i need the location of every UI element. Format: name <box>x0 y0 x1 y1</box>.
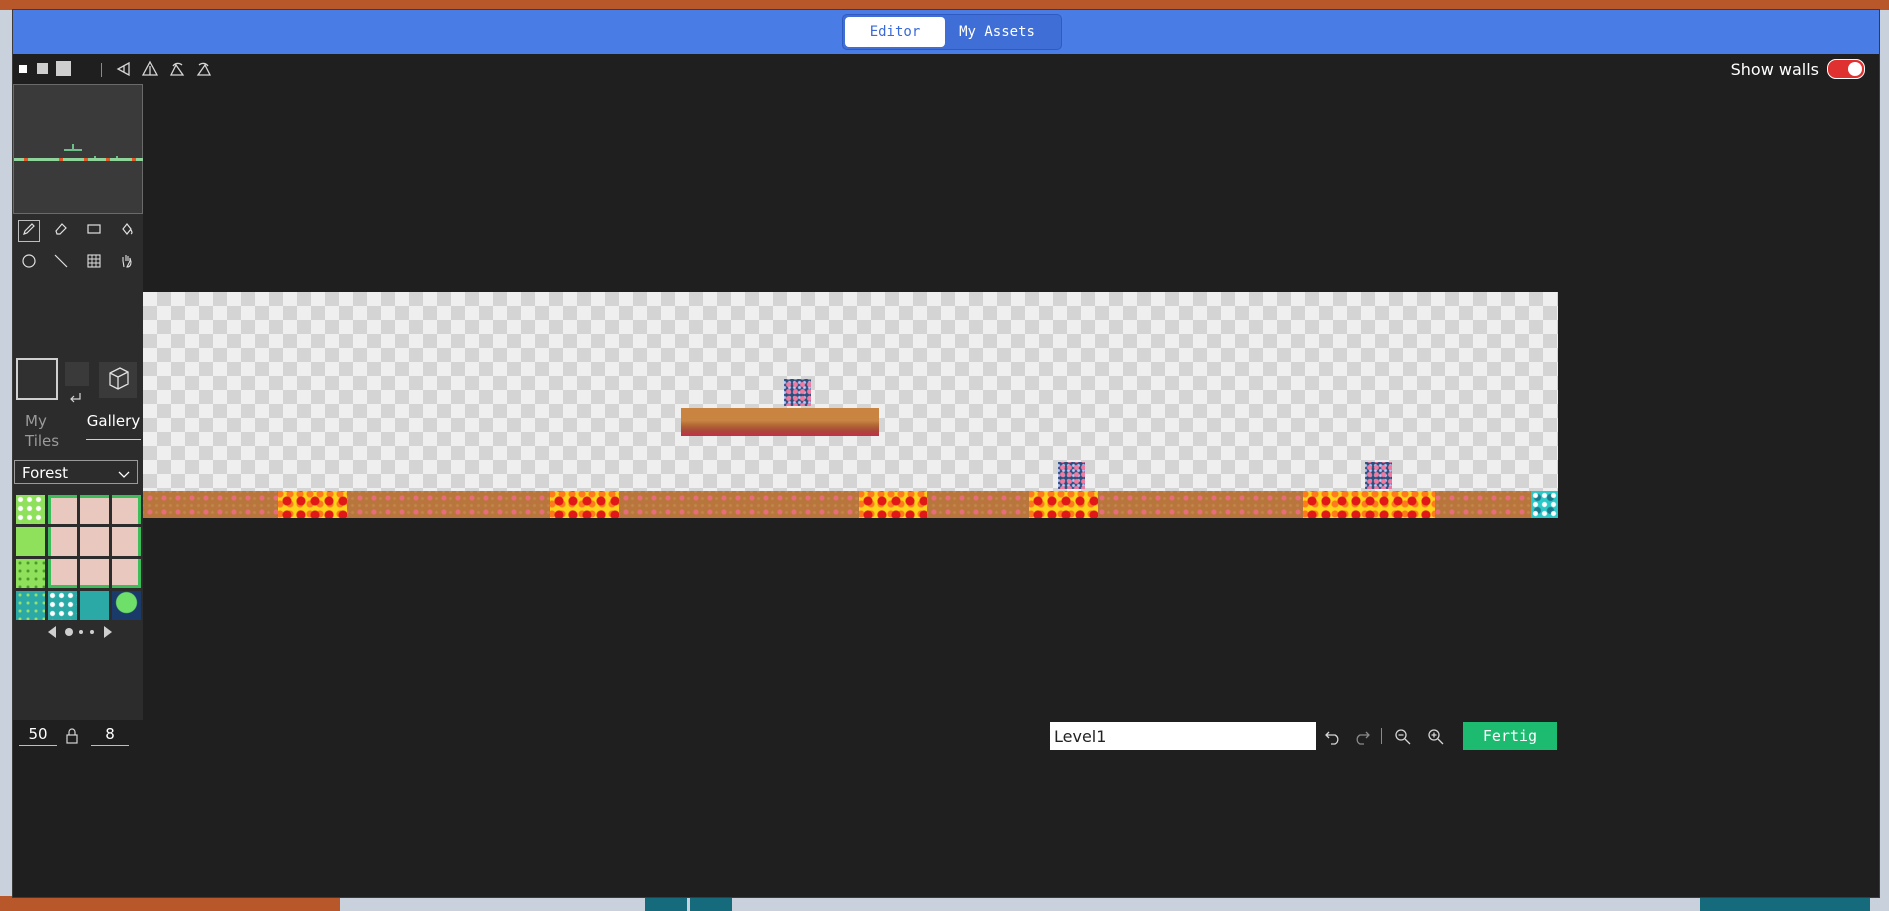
pager-dot <box>79 630 83 634</box>
pager-prev-icon <box>48 626 56 638</box>
pager-next-icon <box>104 626 112 638</box>
crystal-enemy <box>1365 462 1392 489</box>
pencil-tool[interactable] <box>18 220 40 242</box>
brush-size-small-button[interactable] <box>19 65 27 73</box>
level-editor-window: Editor My Assets Show walls My Tiles Gal… <box>12 9 1880 898</box>
redo-icon[interactable] <box>1353 728 1371 746</box>
rotate-left-icon[interactable] <box>168 60 186 78</box>
show-walls-control: Show walls <box>1731 58 1865 80</box>
tile-dirt-top-right[interactable] <box>112 495 141 524</box>
circle-tool[interactable] <box>18 252 40 274</box>
brush-size-large-button[interactable] <box>56 61 71 76</box>
level-name-input[interactable]: Level1 <box>1050 722 1316 750</box>
lock-icon[interactable] <box>65 727 79 749</box>
fill-tool[interactable] <box>116 220 138 242</box>
flip-vertical-icon[interactable] <box>141 60 159 78</box>
swap-arrow-icon[interactable] <box>67 388 83 407</box>
chevron-down-icon <box>118 464 130 488</box>
tile-dirt-top[interactable] <box>80 495 109 524</box>
toolstrip: Show walls <box>13 54 1879 84</box>
tab-my-tiles[interactable]: My Tiles <box>25 411 73 451</box>
crystal-enemy <box>1058 462 1085 489</box>
rectangle-icon <box>86 221 102 241</box>
crystal-enemy <box>784 379 811 406</box>
toolstrip-divider <box>101 63 102 77</box>
lava-block <box>1333 491 1435 518</box>
floating-platform <box>681 408 879 436</box>
background-bottom-strip <box>0 896 1889 911</box>
minimap[interactable] <box>13 84 144 214</box>
tile-bush[interactable] <box>112 591 141 620</box>
line-icon <box>53 253 69 273</box>
grid-select-tool[interactable] <box>83 252 105 274</box>
lava-block <box>278 491 347 518</box>
header-bar: Editor My Assets <box>13 10 1879 54</box>
goal-tile <box>1531 491 1558 518</box>
tile-teal-grass[interactable] <box>16 591 45 620</box>
rectangle-tool[interactable] <box>83 220 105 242</box>
level-area[interactable] <box>143 292 1558 518</box>
level-canvas[interactable] <box>143 84 1879 730</box>
tile-grass-sprouts[interactable] <box>16 559 45 588</box>
bottom-strip <box>13 758 1879 897</box>
tileset-selected: Forest <box>22 464 69 482</box>
tile-dirt-bottom-left[interactable] <box>48 559 77 588</box>
flip-horizontal-icon[interactable] <box>115 60 133 78</box>
lava-block <box>1029 491 1098 518</box>
circle-icon <box>21 253 37 273</box>
current-tile-swatch[interactable] <box>16 358 58 400</box>
tile-dirt-right[interactable] <box>112 527 141 556</box>
tile-source-tabs: My Tiles Gallery <box>13 411 143 455</box>
cube-icon <box>104 364 132 396</box>
rotate-right-icon[interactable] <box>195 60 213 78</box>
tile-grass-flowers[interactable] <box>16 495 45 524</box>
tile-dirt-bottom[interactable] <box>80 559 109 588</box>
brush-size-medium-button[interactable] <box>37 63 48 74</box>
lava-block <box>859 491 927 518</box>
tab-my-assets[interactable]: My Assets <box>947 15 1047 49</box>
show-walls-label: Show walls <box>1730 59 1819 79</box>
done-button[interactable]: Fertig <box>1463 722 1557 750</box>
tile-grass-plain[interactable] <box>16 527 45 556</box>
zoom-in-icon[interactable] <box>1427 728 1445 746</box>
app-root: Editor My Assets Show walls My Tiles Gal… <box>0 0 1889 911</box>
bottom-divider <box>1381 728 1382 744</box>
fill-bucket-icon <box>119 221 135 241</box>
tile-dirt-top-left[interactable] <box>48 495 77 524</box>
tileset-dropdown[interactable]: Forest <box>14 460 138 484</box>
bottom-bar: 50 8 Level1 Fertig <box>13 720 1879 758</box>
eraser-icon <box>53 221 69 241</box>
grid-size-field[interactable]: 50 <box>19 725 57 746</box>
hand-icon <box>119 253 135 273</box>
tile-dirt-bottom-right[interactable] <box>112 559 141 588</box>
pager-dot-active <box>65 628 73 636</box>
show-walls-toggle[interactable] <box>1827 59 1865 79</box>
pencil-icon <box>21 221 37 241</box>
eraser-tool[interactable] <box>50 220 72 242</box>
tile-pager <box>46 624 116 640</box>
mode-switch: Editor My Assets <box>842 14 1062 50</box>
line-tool[interactable] <box>50 252 72 274</box>
brush-size-field[interactable]: 8 <box>91 725 129 746</box>
tile-teal-flowers[interactable] <box>48 591 77 620</box>
lava-block <box>550 491 619 518</box>
tab-gallery[interactable]: Gallery <box>86 411 141 440</box>
hand-tool[interactable] <box>116 252 138 274</box>
tile-dirt-left[interactable] <box>48 527 77 556</box>
tab-editor[interactable]: Editor <box>845 17 945 47</box>
secondary-tile-swatch[interactable] <box>65 362 89 386</box>
tile-3d-button[interactable] <box>99 362 137 398</box>
tile-teal-plain[interactable] <box>80 591 109 620</box>
zoom-out-icon[interactable] <box>1394 728 1412 746</box>
undo-icon[interactable] <box>1324 728 1342 746</box>
grid-select-icon <box>86 253 102 273</box>
pager-dot <box>90 630 94 634</box>
tile-dirt-center[interactable] <box>80 527 109 556</box>
